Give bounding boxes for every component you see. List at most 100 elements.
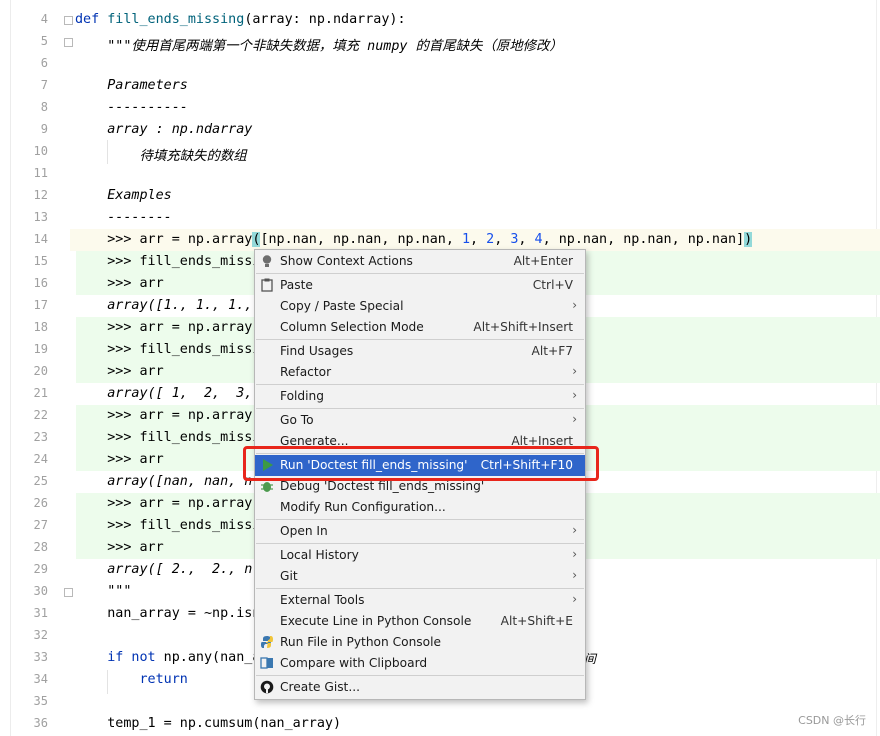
line-number: 19 [33, 342, 48, 356]
menu-item-run-file-console[interactable]: Run File in Python Console [255, 632, 585, 653]
submenu-arrow-icon: › [572, 412, 577, 426]
line-number: 20 [33, 364, 48, 378]
menu-separator [256, 675, 584, 676]
menu-item-label: Find Usages [280, 344, 354, 358]
code-text: >>> fill_ends_missi [75, 254, 261, 269]
menu-separator [256, 339, 584, 340]
code-line: 7 Parameters [0, 75, 880, 97]
menu-item-external-tools[interactable]: External Tools › [255, 590, 585, 611]
line-number: 18 [33, 320, 48, 334]
menu-item-label: Paste [280, 278, 313, 292]
menu-separator [256, 519, 584, 520]
menu-separator [256, 273, 584, 274]
line-number: 35 [33, 694, 48, 708]
line-number: 25 [33, 474, 48, 488]
docstring-text: ---------- [75, 100, 188, 115]
code-text: >>> fill_ends_missi [75, 430, 261, 445]
line-number: 11 [33, 166, 48, 180]
code-text: >>> arr [75, 364, 164, 379]
docstring-text: 待填充缺失的数组 [75, 149, 247, 164]
line-number: 22 [33, 408, 48, 422]
line-number: 34 [33, 672, 48, 686]
menu-item-label: Local History [280, 548, 359, 562]
menu-item-git[interactable]: Git › [255, 566, 585, 587]
line-number: 29 [33, 562, 48, 576]
menu-item-refactor[interactable]: Refactor › [255, 362, 585, 383]
line-number: 7 [40, 78, 48, 92]
line-number: 14 [33, 232, 48, 246]
line-number: 17 [33, 298, 48, 312]
code-line: 10 待填充缺失的数组 [0, 141, 880, 164]
menu-item-folding[interactable]: Folding › [255, 386, 585, 407]
code-text: >>> arr = np.array([np.nan, np.nan, np.n… [75, 232, 753, 247]
menu-separator [256, 543, 584, 544]
code-text: >>> arr [75, 452, 164, 467]
code-line: 5 """使用首尾两端第一个非缺失数据，填充 numpy 的首尾缺失（原地修改） [0, 31, 880, 54]
line-number: 27 [33, 518, 48, 532]
line-number: 33 [33, 650, 48, 664]
github-icon [260, 680, 274, 694]
submenu-arrow-icon: › [572, 388, 577, 402]
submenu-arrow-icon: › [572, 568, 577, 582]
docstring-text: """ [75, 584, 132, 599]
line-number: 16 [33, 276, 48, 290]
menu-item-label: Run File in Python Console [280, 635, 441, 649]
menu-item-label: Execute Line in Python Console [280, 614, 472, 628]
menu-item-go-to[interactable]: Go To › [255, 410, 585, 431]
line-number: 23 [33, 430, 48, 444]
menu-item-label: Refactor [280, 365, 332, 379]
docstring-text: Examples [75, 188, 172, 203]
menu-item-execute-line-console[interactable]: Execute Line in Python Console Alt+Shift… [255, 611, 585, 632]
menu-item-label: Create Gist... [280, 680, 360, 694]
menu-item-label: Folding [280, 389, 325, 403]
menu-item-local-history[interactable]: Local History › [255, 545, 585, 566]
menu-item-compare-clipboard[interactable]: Compare with Clipboard [255, 653, 585, 674]
code-text: nan_array = ~np.isn [75, 606, 261, 621]
code-text: if not np.any(nan_a [107, 650, 261, 665]
menu-item-label: Debug 'Doctest fill_ends_missing' [280, 479, 485, 493]
line-number: 28 [33, 540, 48, 554]
clipboard-icon [260, 278, 274, 292]
menu-item-shortcut: Alt+Shift+Insert [473, 320, 573, 334]
watermark: CSDN @长行 [798, 714, 866, 727]
line-number: 8 [40, 100, 48, 114]
lightbulb-icon [260, 254, 274, 268]
menu-item-column-selection-mode[interactable]: Column Selection Mode Alt+Shift+Insert [255, 317, 585, 338]
menu-item-copy-paste-special[interactable]: Copy / Paste Special › [255, 296, 585, 317]
line-number: 9 [40, 122, 48, 136]
highlight-annotation-box [243, 446, 599, 481]
menu-item-open-in[interactable]: Open In › [255, 521, 585, 542]
docstring-text: Parameters [75, 78, 188, 93]
menu-item-create-gist[interactable]: Create Gist... [255, 677, 585, 698]
line-number: 26 [33, 496, 48, 510]
docstring-text: """使用首尾两端第一个非缺失数据，填充 numpy 的首尾缺失（原地修改） [75, 39, 563, 54]
line-number: 30 [33, 584, 48, 598]
code-text: >>> arr [75, 276, 164, 291]
menu-item-find-usages[interactable]: Find Usages Alt+F7 [255, 341, 585, 362]
docstring-text: array([ 1, 2, 3, [75, 386, 253, 401]
line-number: 15 [33, 254, 48, 268]
line-number: 5 [40, 34, 48, 48]
menu-item-label: Open In [280, 524, 328, 538]
menu-item-show-context-actions[interactable]: Show Context Actions Alt+Enter [255, 251, 585, 272]
menu-item-label: Copy / Paste Special [280, 299, 404, 313]
debug-icon [260, 479, 274, 493]
menu-item-paste[interactable]: Paste Ctrl+V [255, 275, 585, 296]
code-text: >>> arr = np.array( [75, 496, 261, 511]
menu-item-shortcut: Ctrl+V [532, 278, 573, 292]
submenu-arrow-icon: › [572, 523, 577, 537]
docstring-text: array([nan, nan, n [75, 474, 253, 489]
line-number: 21 [33, 386, 48, 400]
menu-item-shortcut: Alt+F7 [531, 344, 573, 358]
code-text: >>> fill_ends_missi [75, 518, 261, 533]
menu-separator [256, 588, 584, 589]
submenu-arrow-icon: › [572, 298, 577, 312]
menu-item-label: Show Context Actions [280, 254, 413, 268]
line-number: 4 [40, 12, 48, 26]
code-text: def fill_ends_missing(array: np.ndarray)… [75, 12, 406, 27]
menu-item-label: Git [280, 569, 298, 583]
menu-item-modify-run-configuration[interactable]: Modify Run Configuration... [255, 497, 585, 518]
docstring-text: array([1., 1., 1., [75, 298, 253, 313]
menu-separator [256, 384, 584, 385]
submenu-arrow-icon: › [572, 364, 577, 378]
